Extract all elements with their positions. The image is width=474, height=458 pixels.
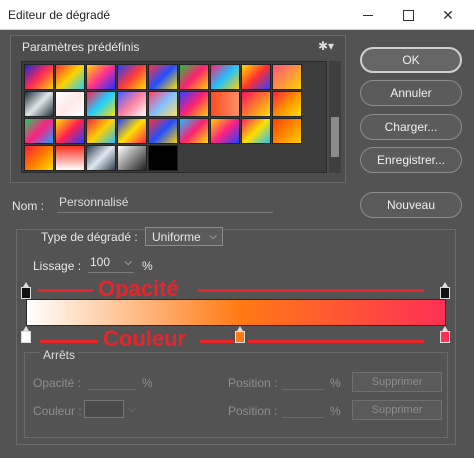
preset-swatch[interactable]	[86, 118, 116, 144]
preset-swatch[interactable]	[210, 64, 240, 90]
preset-swatch[interactable]	[117, 145, 147, 171]
window-title: Editeur de dégradé	[8, 8, 111, 22]
chevron-down-icon: ⌵	[209, 231, 217, 242]
delete-opacity-stop-button[interactable]: Supprimer	[352, 372, 442, 392]
gear-icon[interactable]: ✱▾	[318, 39, 334, 53]
annotation-line	[40, 340, 98, 343]
preset-swatch[interactable]	[55, 145, 85, 171]
stop-opacity-position-label: Position :	[228, 376, 278, 390]
annotation-line	[38, 289, 94, 292]
preset-swatch[interactable]	[24, 145, 54, 171]
annotation-line	[200, 340, 234, 343]
load-button[interactable]: Charger...	[360, 114, 462, 140]
preset-swatch[interactable]	[117, 118, 147, 144]
smoothness-value: 100	[90, 255, 111, 269]
preset-swatch[interactable]	[24, 118, 54, 144]
preset-swatch[interactable]	[55, 118, 85, 144]
stop-color-well[interactable]	[84, 400, 124, 418]
preset-swatch[interactable]	[86, 64, 116, 90]
preset-swatch[interactable]	[241, 91, 271, 117]
stops-label: Arrêts	[40, 348, 79, 362]
stop-color-position-input[interactable]	[282, 402, 324, 418]
preset-swatch[interactable]	[210, 91, 240, 117]
preset-swatch[interactable]	[24, 91, 54, 117]
chevron-down-icon[interactable]: ⌵	[124, 257, 132, 268]
delete-color-stop-button[interactable]: Supprimer	[352, 400, 442, 420]
stops-group	[24, 352, 448, 438]
minimize-icon[interactable]	[348, 0, 388, 30]
smoothness-label: Lissage :	[33, 259, 82, 273]
name-input[interactable]: Personnalisé	[57, 195, 273, 213]
preset-swatch[interactable]	[55, 91, 85, 117]
preset-swatch[interactable]	[148, 145, 178, 171]
smoothness-unit: %	[142, 259, 153, 273]
preset-swatch[interactable]	[117, 64, 147, 90]
preset-swatch[interactable]	[24, 64, 54, 90]
gradient-type-value: Uniforme	[152, 229, 201, 244]
preset-swatch[interactable]	[179, 118, 209, 144]
preset-swatch[interactable]	[210, 118, 240, 144]
preset-swatch[interactable]	[86, 91, 116, 117]
presets-scrollbar[interactable]	[329, 61, 341, 173]
annotation-line	[248, 340, 424, 343]
cancel-button[interactable]: Annuler	[360, 80, 462, 106]
preset-swatch[interactable]	[272, 64, 302, 90]
stop-color-position-label: Position :	[228, 404, 278, 418]
chevron-down-icon[interactable]: ⌵	[128, 404, 136, 415]
stop-color-label: Couleur :	[33, 404, 82, 418]
preset-swatch[interactable]	[55, 64, 85, 90]
title-bar: Editeur de dégradé ✕	[0, 0, 474, 30]
preset-swatch[interactable]	[241, 118, 271, 144]
preset-swatch[interactable]	[86, 145, 116, 171]
preset-swatch[interactable]	[272, 118, 302, 144]
stop-opacity-position-input[interactable]	[282, 374, 324, 390]
color-stop-middle[interactable]	[235, 326, 245, 343]
gradient-type-select[interactable]: Uniforme ⌵	[145, 227, 223, 246]
preset-swatch[interactable]	[148, 118, 178, 144]
smoothness-input[interactable]: 100 ⌵	[88, 255, 134, 273]
stop-color-position-unit: %	[330, 404, 341, 418]
close-icon[interactable]: ✕	[428, 0, 468, 30]
preset-swatch[interactable]	[117, 91, 147, 117]
gradient-type-label: Type de dégradé :	[39, 230, 140, 244]
stop-opacity-position-unit: %	[330, 376, 341, 390]
opacity-stop-left[interactable]	[21, 282, 31, 299]
presets-label: Paramètres prédéfinis	[22, 40, 140, 54]
name-label: Nom :	[12, 199, 45, 213]
preset-swatch[interactable]	[272, 91, 302, 117]
annotation-color: Couleur	[103, 326, 187, 351]
maximize-icon[interactable]	[388, 0, 428, 30]
stop-opacity-input[interactable]	[88, 374, 136, 390]
gradient-preview-bar[interactable]	[26, 299, 446, 326]
new-button[interactable]: Nouveau	[360, 192, 462, 218]
opacity-stop-right[interactable]	[440, 282, 450, 299]
preset-swatch[interactable]	[179, 91, 209, 117]
preset-swatch-grid	[21, 61, 327, 173]
preset-swatch[interactable]	[179, 64, 209, 90]
annotation-line	[198, 289, 424, 292]
ok-button[interactable]: OK	[360, 47, 462, 73]
color-stop-right[interactable]	[440, 326, 450, 343]
preset-swatch[interactable]	[241, 64, 271, 90]
stop-opacity-unit: %	[142, 376, 153, 390]
color-stop-left[interactable]	[21, 326, 31, 343]
scrollbar-thumb[interactable]	[331, 117, 339, 157]
preset-swatch[interactable]	[148, 64, 178, 90]
save-button[interactable]: Enregistrer...	[360, 147, 462, 173]
preset-swatch[interactable]	[148, 91, 178, 117]
stop-opacity-label: Opacité :	[33, 376, 82, 390]
